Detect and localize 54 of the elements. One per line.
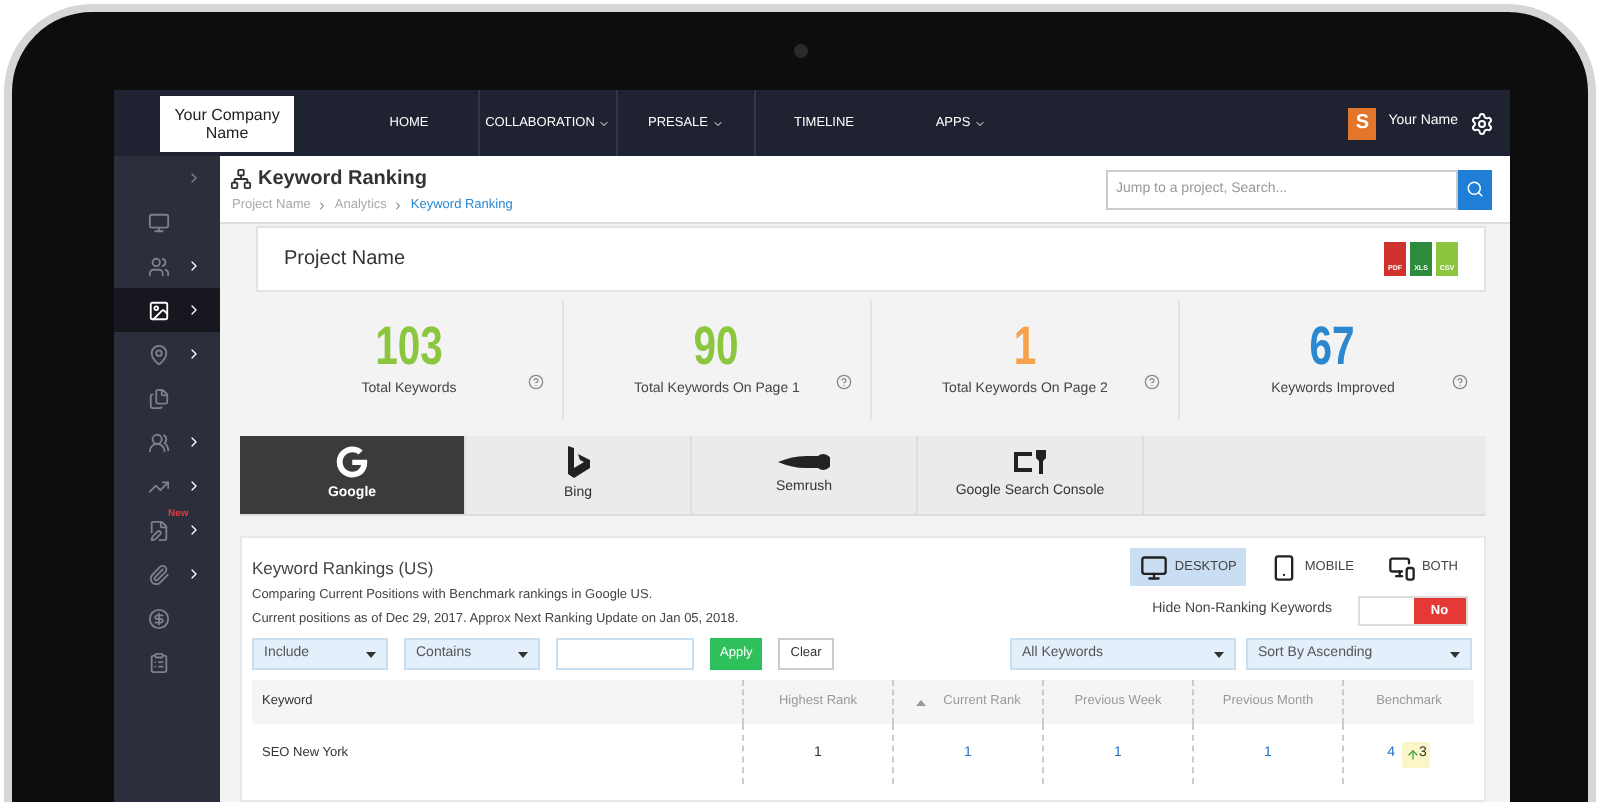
desktop-icon (1140, 553, 1169, 581)
sidebar-item[interactable] (114, 288, 220, 332)
map-pin-icon (148, 343, 170, 365)
chevron-right-icon (186, 522, 202, 538)
chevron-right-icon (186, 170, 202, 186)
chevron-down-icon (712, 117, 724, 129)
caret-icon (518, 651, 528, 658)
help-icon[interactable] (1452, 374, 1468, 390)
project-name: Project Name (284, 246, 406, 274)
help-icon[interactable] (528, 374, 544, 390)
filter-input[interactable] (556, 638, 694, 671)
chevron-right-icon (392, 199, 405, 211)
rankings-title: Keyword Rankings (US) (252, 556, 436, 582)
help-icon[interactable] (1144, 374, 1160, 390)
chevron-right-icon (186, 478, 202, 494)
company-logo[interactable]: Your Company Name (160, 95, 294, 151)
stat-value: 103 (375, 319, 443, 374)
users-icon (148, 255, 170, 277)
chevron-right-icon (186, 302, 202, 318)
dollar-icon (148, 607, 170, 629)
caret-icon (1214, 651, 1224, 658)
mobile-icon (1270, 553, 1299, 581)
clipboard-icon (148, 651, 170, 673)
chevron-right-icon (186, 346, 202, 362)
bing-icon (566, 445, 590, 478)
paperclip-icon (148, 563, 170, 585)
stat-value: 1 (1013, 319, 1037, 374)
chevron-right-icon (186, 566, 202, 582)
edit-icon (148, 519, 170, 541)
page-title: Keyword Ranking (258, 165, 427, 194)
caret-icon (1450, 651, 1460, 658)
chevron-down-icon (974, 117, 987, 129)
image-icon (148, 299, 170, 321)
camera-icon (793, 44, 807, 58)
console-icon (1012, 447, 1048, 476)
search-button[interactable] (1458, 169, 1492, 209)
stat-value: 90 (694, 319, 740, 374)
flame-icon (778, 451, 830, 472)
sitemap-icon (230, 167, 252, 190)
search-icon (1466, 180, 1484, 198)
users-icon (148, 431, 170, 453)
stat-value: 67 (1310, 319, 1356, 374)
google-icon (336, 445, 368, 478)
caret-icon (366, 651, 376, 658)
chevron-right-icon (186, 258, 202, 274)
chevron-right-icon (186, 434, 202, 450)
files-icon (148, 387, 170, 409)
arrow-up-icon (1405, 747, 1419, 762)
devices-icon (1387, 553, 1416, 581)
chevron-down-icon (598, 117, 611, 129)
monitor-icon (148, 211, 170, 233)
chevron-right-icon (316, 199, 329, 211)
settings-icon[interactable] (1470, 111, 1494, 135)
help-icon[interactable] (836, 374, 852, 390)
